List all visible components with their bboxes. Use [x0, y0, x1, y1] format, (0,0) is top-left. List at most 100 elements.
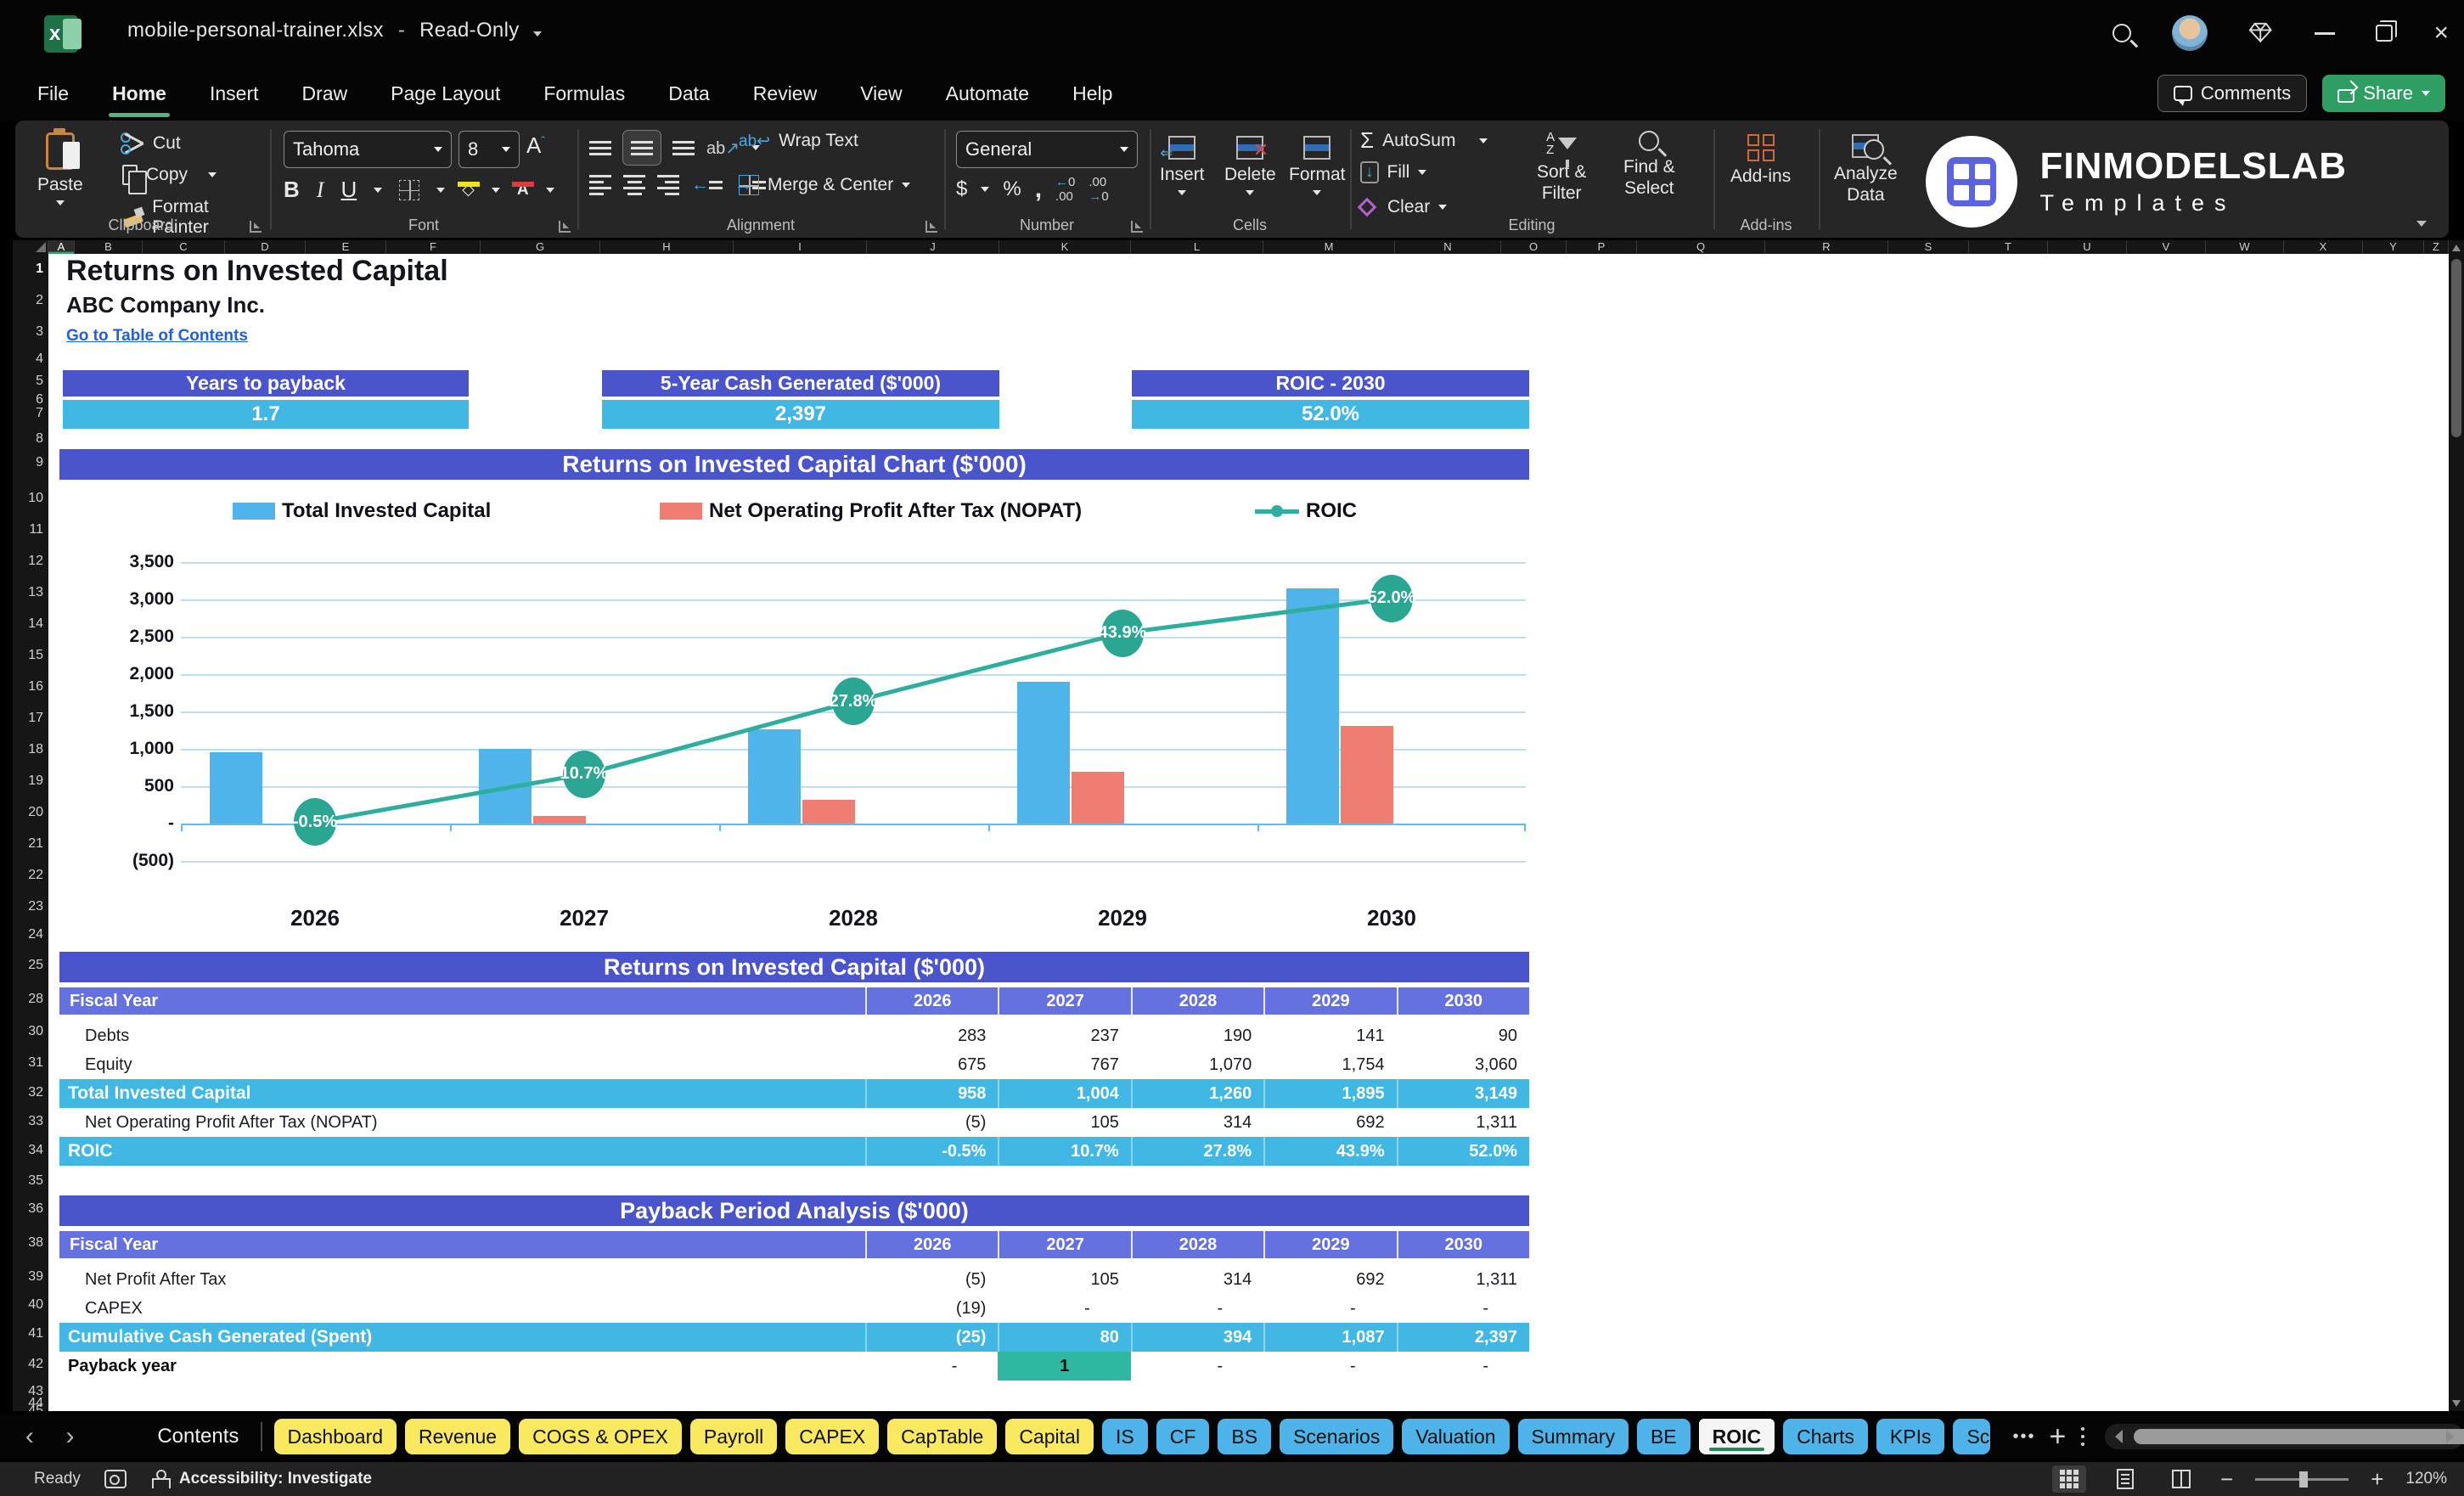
analyze-data-button[interactable]: Analyze Data: [1834, 134, 1898, 205]
column-header-V[interactable]: V: [2127, 240, 2206, 254]
sheet-tab-capex[interactable]: CAPEX: [785, 1419, 880, 1454]
page-layout-view-button[interactable]: [2108, 1465, 2142, 1493]
row-header-22[interactable]: 22: [28, 868, 43, 883]
align-right-icon[interactable]: [657, 175, 679, 195]
collapse-ribbon-icon[interactable]: [2416, 216, 2427, 231]
insert-cells-button[interactable]: ⇐ Insert: [1160, 136, 1205, 195]
decrease-decimal-button[interactable]: .00 →0: [1089, 175, 1108, 204]
italic-button[interactable]: I: [317, 177, 324, 203]
row-header-30[interactable]: 30: [28, 1024, 43, 1039]
row-header-18[interactable]: 18: [28, 742, 43, 757]
column-header-X[interactable]: X: [2284, 240, 2363, 254]
column-header-G[interactable]: G: [481, 240, 600, 254]
font-color-button[interactable]: A: [511, 182, 534, 198]
underline-dropdown-icon[interactable]: [374, 187, 383, 193]
align-bottom-icon[interactable]: [672, 140, 695, 155]
row-header-23[interactable]: 23: [28, 899, 43, 914]
row-header-38[interactable]: 38: [28, 1235, 43, 1251]
bold-button[interactable]: B: [284, 177, 300, 203]
row-header-15[interactable]: 15: [28, 648, 43, 663]
normal-view-button[interactable]: [2052, 1465, 2087, 1493]
column-header-C[interactable]: C: [143, 240, 225, 254]
row-header-8[interactable]: 8: [36, 431, 43, 447]
row-header-36[interactable]: 36: [28, 1201, 43, 1217]
row-header-41[interactable]: 41: [28, 1326, 43, 1341]
column-header-D[interactable]: D: [225, 240, 306, 254]
row-header-13[interactable]: 13: [28, 585, 43, 600]
scroll-left-icon[interactable]: [2115, 1430, 2124, 1443]
row-header-11[interactable]: 11: [29, 522, 43, 537]
zoom-slider[interactable]: [2255, 1471, 2349, 1488]
sheet-tab-sc[interactable]: Sc: [1953, 1419, 1991, 1454]
row-header-2[interactable]: 2: [36, 293, 43, 308]
row-header-1[interactable]: 1: [36, 262, 43, 277]
borders-button[interactable]: [399, 179, 420, 200]
column-header-Z[interactable]: Z: [2424, 240, 2449, 254]
find-select-button[interactable]: Find & Select: [1623, 131, 1675, 199]
row-header-3[interactable]: 3: [36, 324, 43, 340]
next-sheet-icon[interactable]: ›: [59, 1422, 82, 1451]
menu-tab-automate[interactable]: Automate: [944, 77, 1031, 110]
more-sheets-button[interactable]: •••: [2012, 1427, 2035, 1447]
cut-button[interactable]: Cut: [121, 132, 181, 155]
format-cells-button[interactable]: Format: [1289, 136, 1346, 195]
restore-button[interactable]: [2376, 20, 2398, 42]
sheet-tab-captable[interactable]: CapTable: [887, 1419, 998, 1454]
share-button[interactable]: Share: [2322, 75, 2445, 112]
zoom-in-button[interactable]: +: [2371, 1466, 2383, 1493]
row-header-21[interactable]: 21: [28, 836, 43, 852]
menu-tab-home[interactable]: Home: [109, 77, 170, 117]
column-header-P[interactable]: P: [1567, 240, 1637, 254]
fill-color-button[interactable]: ◇: [457, 182, 480, 198]
title-dropdown-icon[interactable]: [533, 31, 543, 37]
number-dialog-launcher[interactable]: [1131, 221, 1143, 233]
menu-tab-formulas[interactable]: Formulas: [542, 77, 627, 110]
close-button[interactable]: ×: [2433, 20, 2449, 46]
column-header-R[interactable]: R: [1765, 240, 1888, 254]
row-header-39[interactable]: 39: [28, 1269, 43, 1285]
clear-button[interactable]: Clear: [1357, 197, 1448, 217]
scroll-up-icon[interactable]: [2452, 245, 2461, 251]
column-header-N[interactable]: N: [1395, 240, 1501, 254]
zoom-slider-thumb[interactable]: [2299, 1471, 2309, 1488]
sheet-tab-scenarios[interactable]: Scenarios: [1280, 1419, 1394, 1454]
prev-sheet-icon[interactable]: ‹: [19, 1422, 41, 1451]
zoom-level[interactable]: 120%: [2405, 1470, 2447, 1488]
row-header-17[interactable]: 17: [28, 711, 43, 726]
align-top-icon[interactable]: [589, 140, 611, 155]
orientation-button[interactable]: ab↗: [706, 138, 740, 159]
column-header-S[interactable]: S: [1888, 240, 1969, 254]
column-header-H[interactable]: H: [600, 240, 734, 254]
addins-button[interactable]: Add-ins: [1730, 134, 1791, 187]
column-header-U[interactable]: U: [2048, 240, 2127, 254]
row-header-45[interactable]: 45: [28, 1403, 43, 1411]
sheet-tab-be[interactable]: BE: [1636, 1419, 1690, 1454]
menu-tab-file[interactable]: File: [36, 77, 70, 110]
menu-tab-data[interactable]: Data: [667, 77, 712, 110]
column-header-B[interactable]: B: [75, 240, 143, 254]
sheet-tab-summary[interactable]: Summary: [1517, 1419, 1629, 1454]
sheet-tab-kpis[interactable]: KPIs: [1876, 1419, 1945, 1454]
accessibility-status[interactable]: Accessibility: Investigate: [179, 1470, 372, 1488]
sheet-tab-capital[interactable]: Capital: [1005, 1419, 1094, 1454]
new-sheet-button[interactable]: +: [2049, 1420, 2066, 1454]
menu-tab-help[interactable]: Help: [1071, 77, 1114, 110]
align-left-icon[interactable]: [589, 175, 611, 195]
display-settings-icon[interactable]: [104, 1470, 127, 1488]
row-header-33[interactable]: 33: [28, 1114, 43, 1129]
font-dialog-launcher[interactable]: [559, 221, 571, 233]
row-header-28[interactable]: 28: [28, 992, 43, 1007]
sheet-tab-valuation[interactable]: Valuation: [1402, 1419, 1510, 1454]
column-header-J[interactable]: J: [867, 240, 999, 254]
column-header-Q[interactable]: Q: [1637, 240, 1765, 254]
avatar[interactable]: [2172, 15, 2208, 51]
sheet-tab-dashboard[interactable]: Dashboard: [273, 1419, 397, 1454]
comma-button[interactable]: ,: [1035, 175, 1042, 204]
borders-dropdown-icon[interactable]: [436, 187, 446, 193]
row-header-5[interactable]: 5: [36, 374, 43, 389]
horizontal-scrollbar[interactable]: [2105, 1424, 2464, 1449]
menu-tab-insert[interactable]: Insert: [208, 77, 261, 110]
alignment-dialog-launcher[interactable]: [925, 221, 937, 233]
scroll-right-icon[interactable]: [2445, 1430, 2454, 1443]
column-header-O[interactable]: O: [1501, 240, 1567, 254]
